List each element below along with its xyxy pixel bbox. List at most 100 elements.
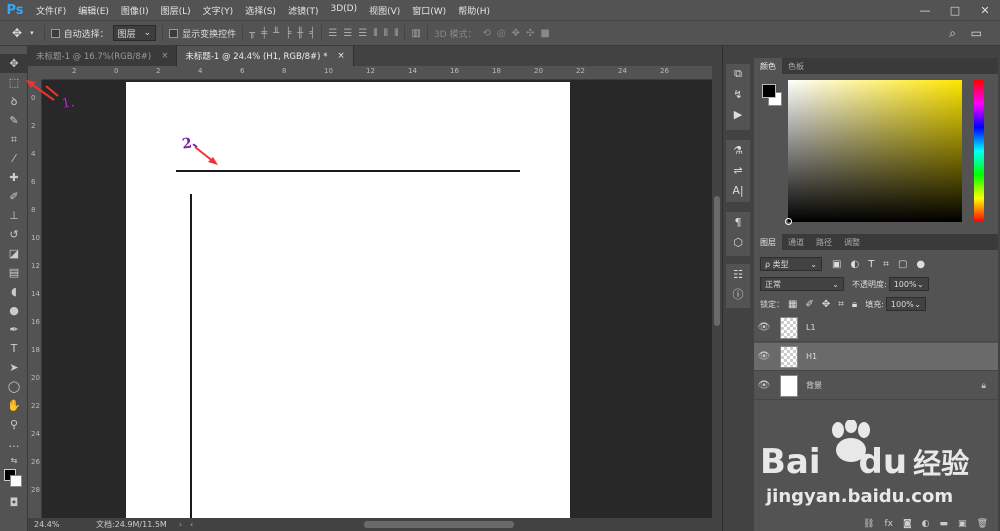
adjustment-layer-icon[interactable]: ◐ — [922, 519, 930, 529]
more-tools-icon[interactable]: … — [0, 434, 28, 453]
minimize-button[interactable]: — — [910, 0, 940, 20]
distribute-bottom-icon[interactable]: ☰ — [358, 28, 367, 39]
link-icon[interactable]: ⛓ — [863, 519, 874, 529]
character-icon[interactable]: A| — [726, 180, 750, 200]
doc-size[interactable]: 文档:24.9M/11.5M — [96, 519, 167, 530]
shape-filter-icon[interactable]: ⌗ — [883, 259, 889, 270]
close-icon[interactable]: × — [337, 51, 344, 61]
crop-tool-icon[interactable]: ⌗ — [0, 130, 28, 149]
clone-stamp-tool-icon[interactable]: ⊥ — [0, 206, 28, 225]
color-picker-field[interactable] — [785, 80, 962, 225]
menu-item[interactable]: 视图(V) — [363, 4, 406, 17]
eye-icon[interactable]: 👁︎ — [754, 322, 774, 333]
align-bottom-icon[interactable]: ╨ — [273, 28, 279, 39]
lock-all-icon[interactable]: 🔒︎ — [852, 299, 857, 310]
menu-item[interactable]: 文字(Y) — [197, 4, 240, 17]
3d-scale-icon[interactable]: ■ — [540, 28, 549, 39]
healing-brush-tool-icon[interactable]: ✚ — [0, 168, 28, 187]
actions-icon[interactable]: ↯ — [726, 84, 750, 104]
menu-item[interactable]: 图像(I) — [115, 4, 155, 17]
eyedropper-tool-icon[interactable]: ⁄ — [0, 149, 28, 168]
distribute-left-icon[interactable]: ⦀ — [373, 28, 377, 39]
menu-item[interactable]: 图层(L) — [155, 4, 197, 17]
close-button[interactable]: ✕ — [970, 0, 1000, 20]
menu-item[interactable]: 滤镜(T) — [282, 4, 325, 17]
pixel-filter-icon[interactable]: ▣ — [832, 259, 841, 270]
align-top-icon[interactable]: ╥ — [249, 28, 255, 39]
layer-filter-select[interactable]: ρ 类型 ⌄ — [760, 257, 822, 271]
distribute-top-icon[interactable]: ☰ — [328, 28, 337, 39]
auto-select-dropdown[interactable]: 图层 ⌄ — [112, 25, 157, 41]
mask-icon[interactable]: ◙ — [903, 519, 912, 529]
brush-settings-icon[interactable]: ⚗ — [726, 140, 750, 160]
quick-mask-icon[interactable]: ◘ — [0, 493, 28, 512]
maximize-button[interactable]: □ — [940, 0, 970, 20]
distribute-vcenter-icon[interactable]: ☰ — [343, 28, 352, 39]
align-vcenter-icon[interactable]: ╪ — [261, 28, 267, 39]
close-icon[interactable]: × — [161, 51, 168, 61]
chevron-right-icon[interactable]: › — [179, 520, 182, 529]
eye-icon[interactable]: 👁︎ — [754, 351, 774, 362]
history-icon[interactable]: ⧉ — [726, 64, 750, 84]
smart-object-filter-icon[interactable]: ▢ — [898, 259, 907, 270]
foreground-color-swatch[interactable] — [762, 84, 776, 98]
properties-icon[interactable]: ☷ — [726, 264, 750, 284]
distribute-right-icon[interactable]: ⦀ — [394, 28, 398, 39]
quick-select-tool-icon[interactable]: ✎ — [0, 111, 28, 130]
vertical-line-l1[interactable] — [190, 194, 192, 518]
brush-tool-icon[interactable]: ✐ — [0, 187, 28, 206]
auto-select-checkbox[interactable] — [50, 28, 60, 38]
eraser-tool-icon[interactable]: ◪ — [0, 244, 28, 263]
vertical-scrollbar[interactable] — [712, 66, 722, 518]
transform-checkbox[interactable] — [169, 28, 179, 38]
type-filter-icon[interactable]: T — [868, 259, 874, 270]
blur-tool-icon[interactable]: ◖ — [0, 282, 28, 301]
menu-item[interactable]: 窗口(W) — [406, 4, 452, 17]
swap-colors-icon[interactable]: ⇆ — [0, 453, 28, 467]
align-left-icon[interactable]: ╞ — [285, 28, 291, 39]
zoom-tool-icon[interactable]: ⚲ — [0, 415, 28, 434]
tab-adjustments[interactable]: 调整 — [838, 234, 866, 250]
hue-slider[interactable] — [974, 80, 984, 222]
dodge-tool-icon[interactable]: ● — [0, 301, 28, 320]
history-brush-tool-icon[interactable]: ↺ — [0, 225, 28, 244]
lock-transparent-icon[interactable]: ▦ — [788, 299, 797, 310]
layer-row-background[interactable]: 👁︎ 背景 🔒︎ — [754, 372, 998, 400]
3d-icon[interactable]: ⬡ — [726, 232, 750, 252]
layer-row-h1[interactable]: 👁︎ H1 — [754, 343, 998, 371]
tab-layers[interactable]: 图层 — [754, 234, 782, 250]
tab-swatches[interactable]: 色板 — [782, 58, 810, 74]
fill-field[interactable]: 100% ⌄ — [885, 297, 926, 311]
move-tool-icon[interactable]: ✥ — [12, 26, 22, 40]
align-right-icon[interactable]: ╡ — [309, 28, 315, 39]
shape-tool-icon[interactable]: ◯ — [0, 377, 28, 396]
lock-pixels-icon[interactable]: ✐ — [805, 299, 813, 310]
workspace-icon[interactable]: ▭ — [971, 26, 982, 40]
auto-align-icon[interactable]: ▥ — [411, 28, 420, 39]
color-swatches[interactable] — [0, 467, 27, 493]
tab-document-1[interactable]: 未标题-1 @ 16.7%(RGB/8#) × — [28, 46, 178, 66]
filter-toggle-icon[interactable]: ● — [916, 259, 925, 270]
3d-rotate-icon[interactable]: ⟲ — [482, 28, 490, 39]
background-color[interactable] — [10, 475, 22, 487]
menu-item[interactable]: 选择(S) — [239, 4, 282, 17]
canvas-area[interactable]: 2、 1. — [42, 80, 712, 518]
lock-artboard-icon[interactable]: ⌗ — [838, 299, 844, 310]
tab-channels[interactable]: 通道 — [782, 234, 810, 250]
hand-tool-icon[interactable]: ✋ — [0, 396, 28, 415]
3d-pan-icon[interactable]: ✥ — [512, 28, 520, 39]
align-hcenter-icon[interactable]: ╫ — [297, 28, 303, 39]
gradient-tool-icon[interactable]: ▤ — [0, 263, 28, 282]
adjustment-filter-icon[interactable]: ◐ — [850, 259, 859, 270]
path-select-tool-icon[interactable]: ➤ — [0, 358, 28, 377]
distribute-hcenter-icon[interactable]: ⦀ — [384, 28, 388, 39]
transform-controls-option[interactable]: 显示变换控件 — [169, 27, 236, 40]
info-icon[interactable]: ⓘ — [726, 284, 750, 304]
paragraph-icon[interactable]: ¶ — [726, 212, 750, 232]
auto-select-option[interactable]: 自动选择： — [50, 27, 109, 40]
opacity-field[interactable]: 100% ⌄ — [888, 277, 929, 291]
chevron-down-icon[interactable]: ▾ — [30, 29, 34, 37]
eye-icon[interactable]: 👁︎ — [754, 380, 774, 391]
chevron-left-icon[interactable]: ‹ — [190, 520, 193, 529]
new-layer-icon[interactable]: ▣ — [958, 519, 967, 529]
